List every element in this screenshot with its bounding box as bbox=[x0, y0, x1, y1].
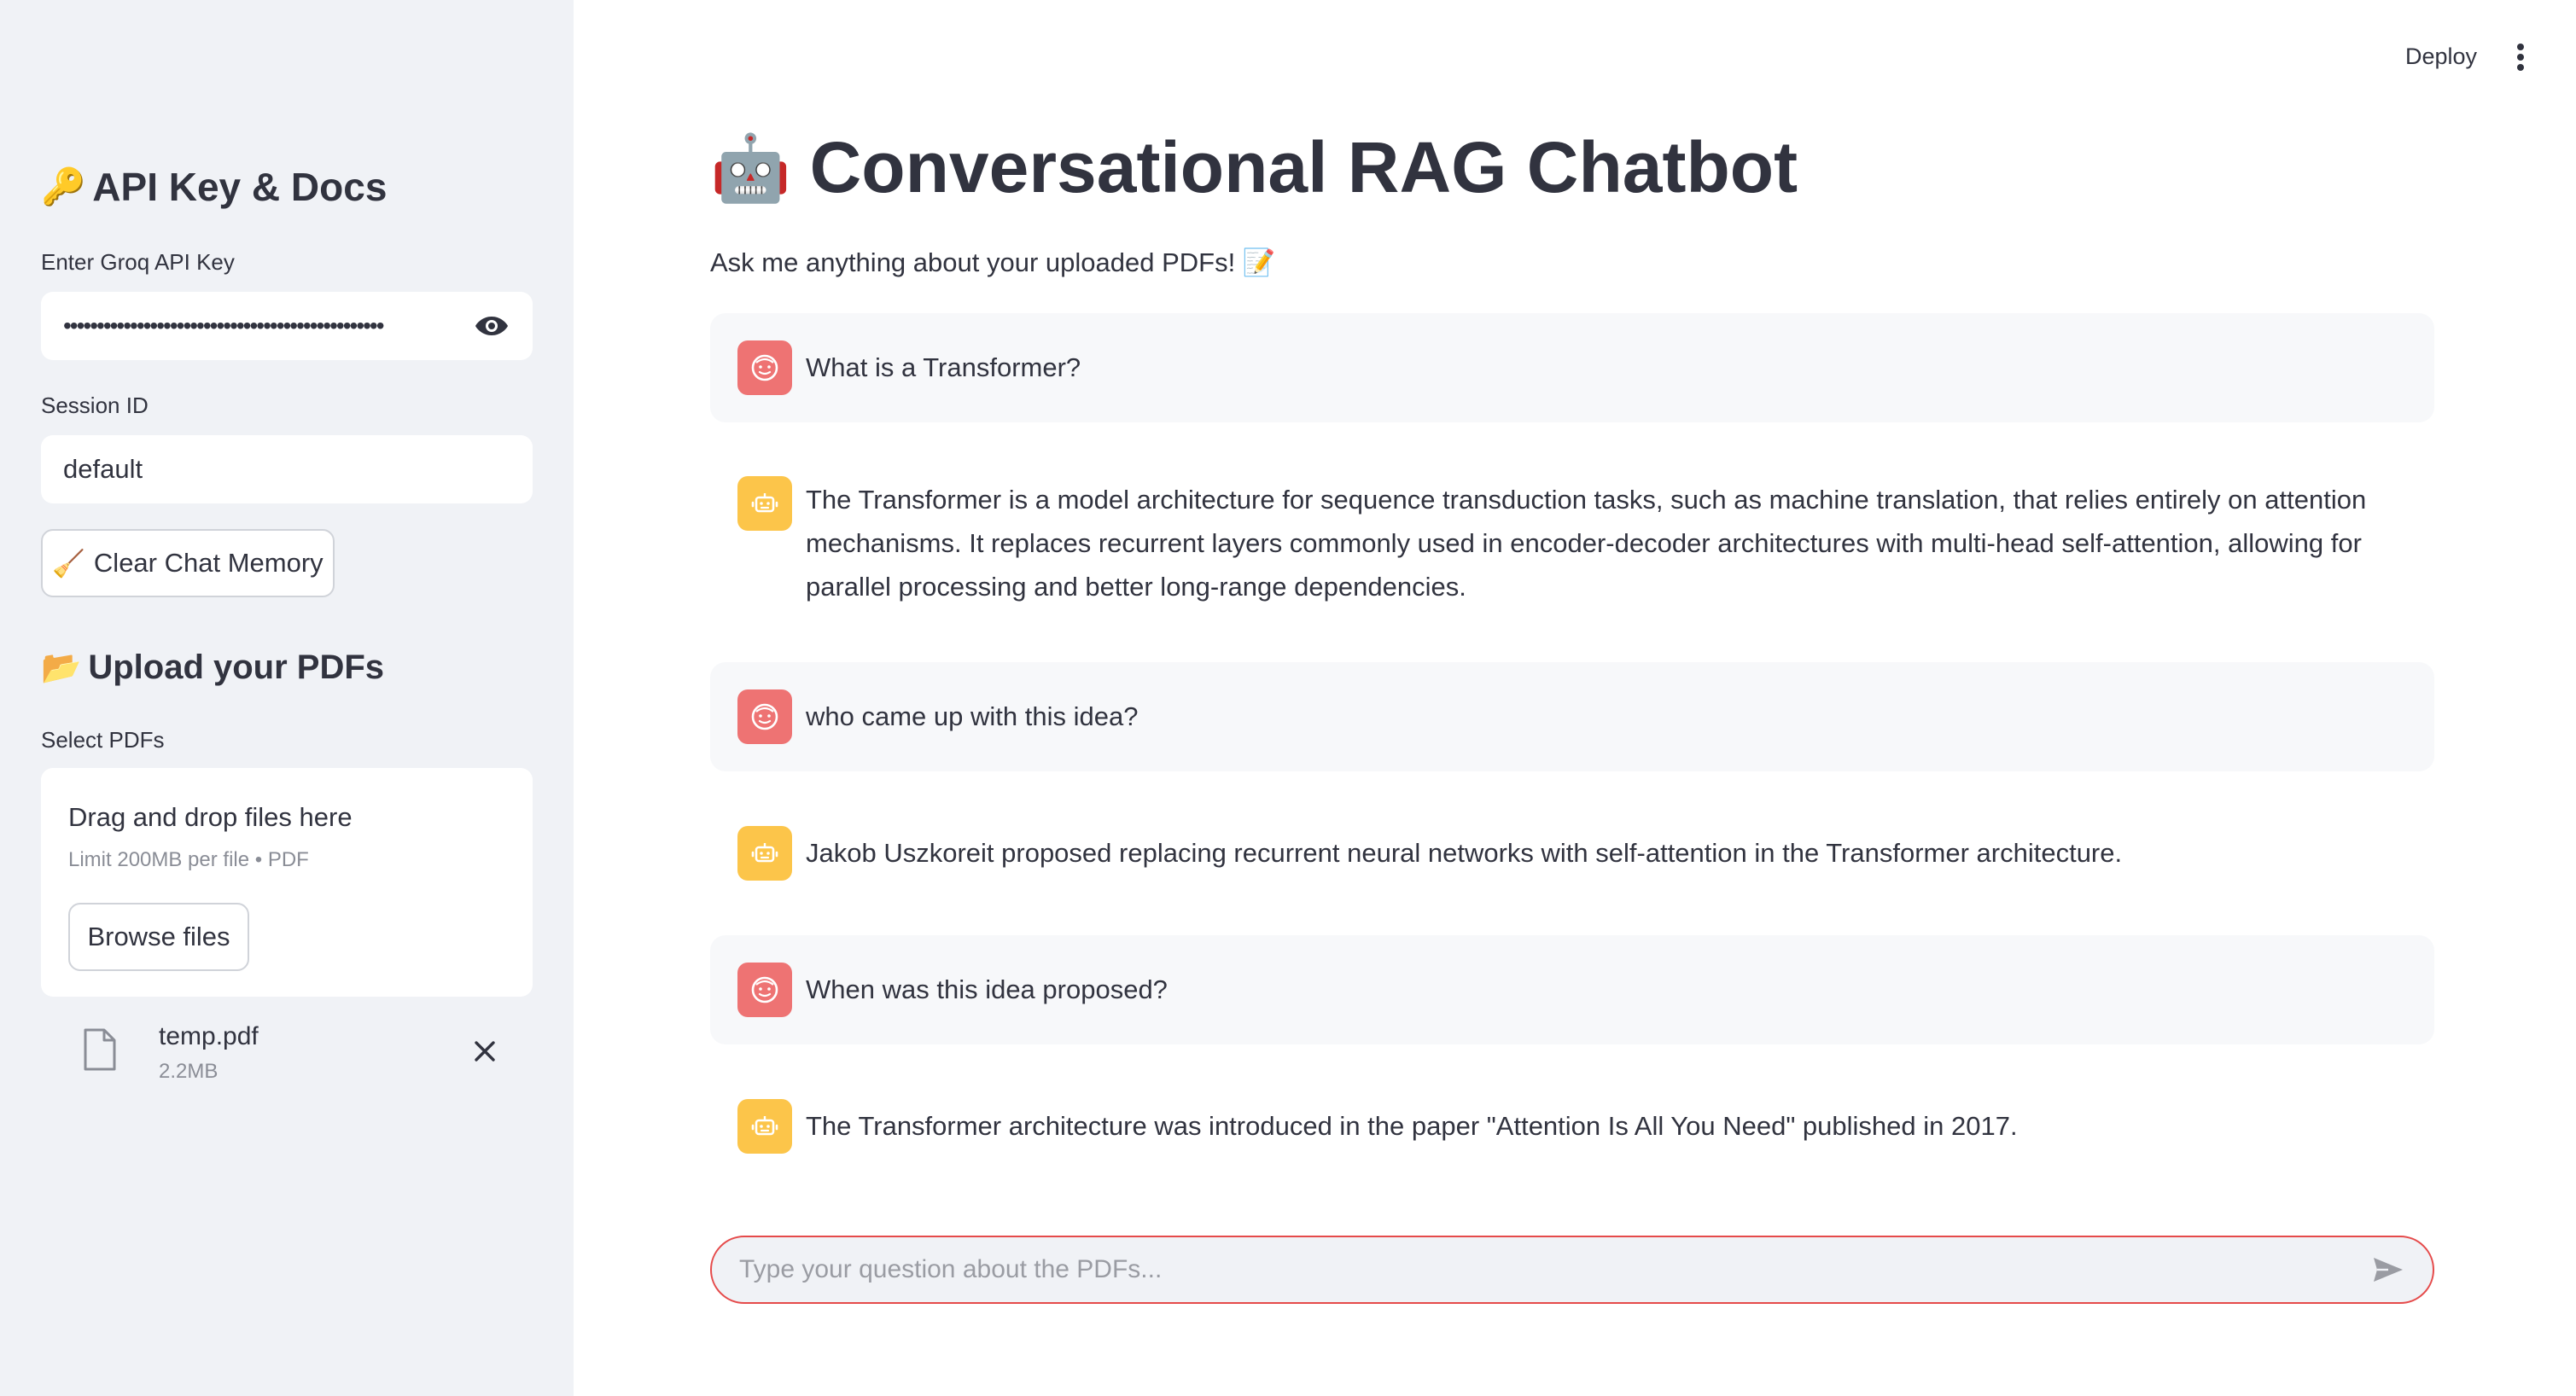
user-avatar-icon bbox=[737, 963, 792, 1017]
api-key-value[interactable]: ••••••••••••••••••••••••••••••••••••••••… bbox=[63, 312, 459, 340]
upload-heading: 📂 Upload your PDFs bbox=[41, 649, 384, 687]
assistant-avatar-icon bbox=[737, 476, 792, 531]
deploy-button[interactable]: Deploy bbox=[2381, 34, 2501, 79]
more-vertical-icon[interactable] bbox=[2499, 36, 2542, 79]
chat-message-assistant: The Transformer architecture was introdu… bbox=[710, 1072, 2434, 1181]
chat-message-text: The Transformer architecture was introdu… bbox=[806, 1111, 2018, 1141]
eye-icon[interactable] bbox=[473, 307, 510, 345]
browse-files-button[interactable]: Browse files bbox=[68, 903, 249, 971]
clear-chat-memory-label: Clear Chat Memory bbox=[93, 548, 323, 578]
key-icon: 🔑 bbox=[41, 166, 86, 206]
browse-files-label: Browse files bbox=[87, 922, 230, 951]
chat-input[interactable] bbox=[737, 1254, 2369, 1285]
assistant-avatar-icon bbox=[737, 1099, 792, 1154]
chat-message-user: What is a Transformer? bbox=[710, 313, 2434, 422]
dropzone-title: Drag and drop files here bbox=[68, 802, 353, 832]
clear-chat-memory-button[interactable]: 🧹 Clear Chat Memory bbox=[41, 529, 335, 597]
file-name: temp.pdf bbox=[159, 1022, 259, 1050]
dropzone-limit: Limit 200MB per file • PDF bbox=[68, 848, 309, 871]
file-size: 2.2MB bbox=[159, 1060, 219, 1083]
chat-message-user: who came up with this idea? bbox=[710, 662, 2434, 771]
api-key-heading: 🔑 API Key & Docs bbox=[41, 164, 387, 210]
api-key-label: Enter Groq API Key bbox=[41, 249, 235, 275]
chat-message-assistant: Jakob Uszkoreit proposed replacing recur… bbox=[710, 799, 2434, 908]
robot-icon: 🤖 bbox=[710, 131, 791, 205]
chat-message-text: When was this idea proposed? bbox=[806, 974, 1168, 1004]
api-key-field[interactable]: ••••••••••••••••••••••••••••••••••••••••… bbox=[41, 292, 533, 360]
broom-icon: 🧹 bbox=[52, 548, 85, 579]
user-avatar-icon bbox=[737, 689, 792, 744]
session-id-field[interactable]: default bbox=[41, 435, 533, 503]
page-title: 🤖 Conversational RAG Chatbot bbox=[710, 126, 1798, 209]
chat-message-text: What is a Transformer? bbox=[806, 352, 1081, 382]
file-icon bbox=[80, 1027, 119, 1072]
upload-heading-text: Upload your PDFs bbox=[88, 649, 385, 686]
select-pdfs-label: Select PDFs bbox=[41, 727, 165, 753]
page-subtitle: Ask me anything about your uploaded PDFs… bbox=[710, 247, 1276, 277]
folder-icon: 📂 bbox=[41, 649, 82, 686]
sidebar: 🔑 API Key & Docs Enter Groq API Key ••••… bbox=[0, 0, 574, 1396]
chat-message-user: When was this idea proposed? bbox=[710, 935, 2434, 1044]
chat-message-text: The Transformer is a model architecture … bbox=[806, 485, 2367, 602]
session-id-label: Session ID bbox=[41, 393, 149, 418]
api-key-heading-text: API Key & Docs bbox=[92, 165, 388, 209]
close-icon[interactable] bbox=[469, 1036, 500, 1067]
session-id-value[interactable]: default bbox=[63, 454, 143, 485]
assistant-avatar-icon bbox=[737, 826, 792, 881]
user-avatar-icon bbox=[737, 340, 792, 395]
chat-message-text: Jakob Uszkoreit proposed replacing recur… bbox=[806, 838, 2123, 868]
chat-message-text: who came up with this idea? bbox=[806, 701, 1139, 731]
chat-message-assistant: The Transformer is a model architecture … bbox=[710, 451, 2434, 621]
file-dropzone[interactable]: Drag and drop files here Limit 200MB per… bbox=[41, 768, 533, 997]
page-title-text: Conversational RAG Chatbot bbox=[809, 127, 1798, 207]
uploaded-file: temp.pdf 2.2MB bbox=[41, 1012, 533, 1089]
send-icon[interactable] bbox=[2369, 1251, 2407, 1288]
chat-input-bar[interactable] bbox=[710, 1236, 2434, 1304]
